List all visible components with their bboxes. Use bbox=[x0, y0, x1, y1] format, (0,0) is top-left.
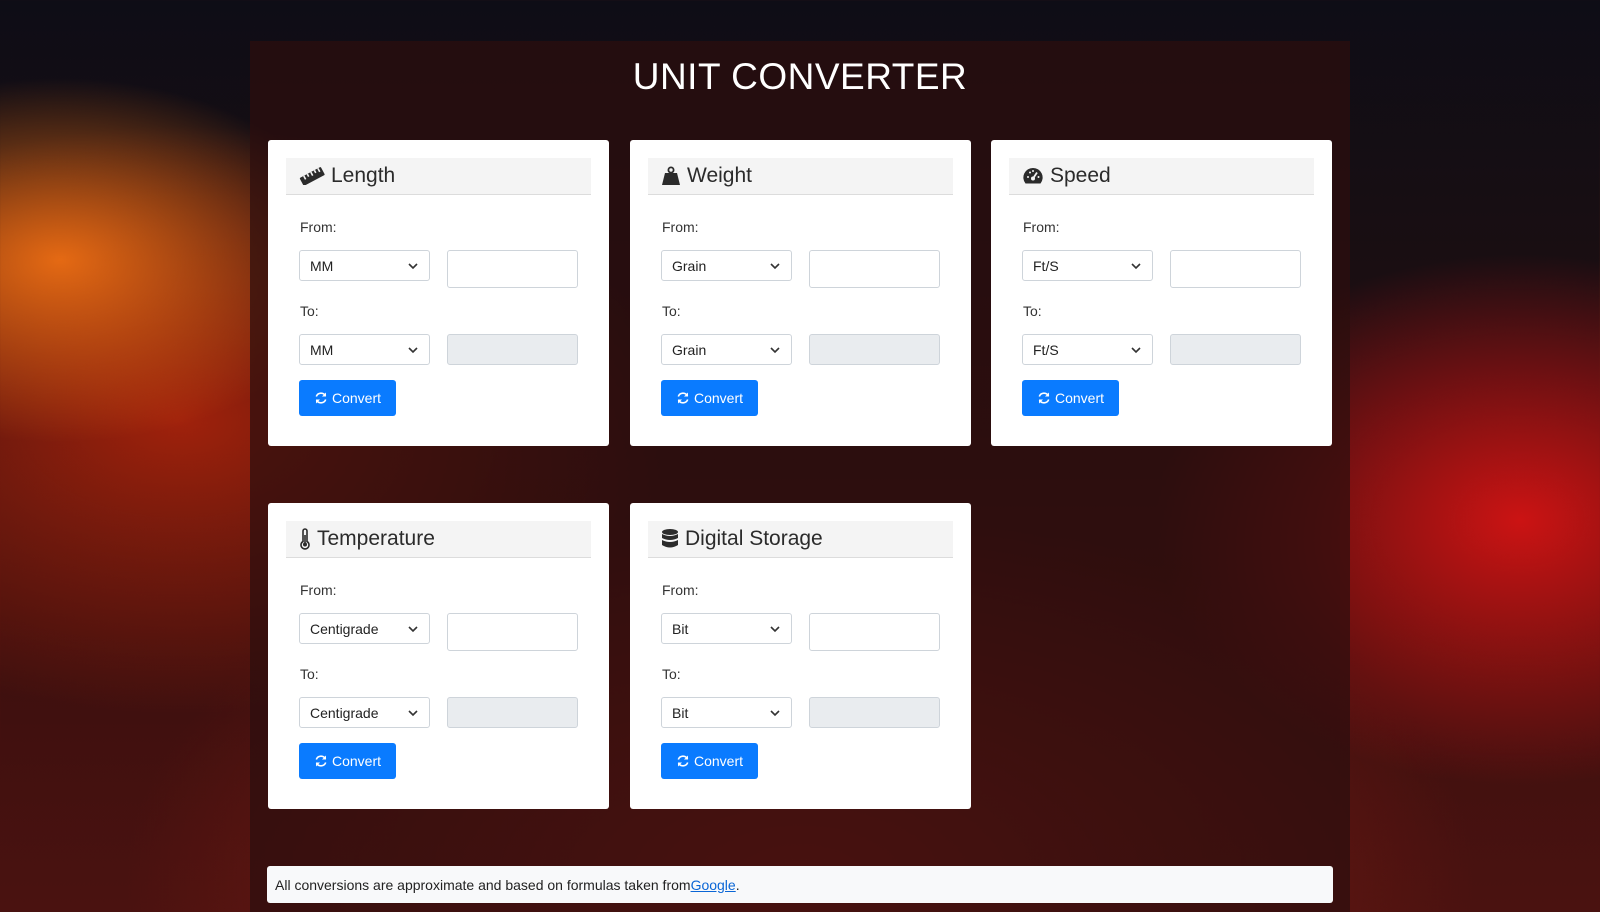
speed-card: Speed From: Ft/S To: Ft/S Convert bbox=[991, 140, 1332, 446]
temperature-to-label: To: bbox=[300, 666, 319, 682]
footer-suffix: . bbox=[735, 876, 740, 893]
length-to-label: To: bbox=[300, 303, 319, 319]
page-title: UNIT CONVERTER bbox=[632, 56, 968, 97]
speed-to-unit-value: Ft/S bbox=[1033, 341, 1059, 358]
refresh-icon bbox=[677, 392, 689, 404]
chevron-down-icon bbox=[770, 626, 780, 633]
weight-card-title: Weight bbox=[687, 164, 752, 187]
storage-to-unit-select[interactable]: Bit bbox=[661, 697, 792, 728]
chevron-down-icon bbox=[770, 263, 780, 270]
weight-from-input[interactable] bbox=[809, 250, 940, 288]
length-from-input[interactable] bbox=[447, 250, 578, 288]
length-convert-button[interactable]: Convert bbox=[299, 380, 396, 416]
weight-from-unit-select[interactable]: Grain bbox=[661, 250, 792, 281]
speed-to-unit-select[interactable]: Ft/S bbox=[1022, 334, 1153, 365]
storage-from-label: From: bbox=[662, 582, 699, 598]
length-from-unit-select[interactable]: MM bbox=[299, 250, 430, 281]
storage-from-unit-value: Bit bbox=[672, 620, 689, 637]
temperature-from-unit-select[interactable]: Centigrade bbox=[299, 613, 430, 644]
speed-card-title: Speed bbox=[1050, 164, 1111, 187]
ruler-icon bbox=[299, 167, 325, 185]
refresh-icon bbox=[677, 755, 689, 767]
google-link[interactable]: Google bbox=[691, 877, 736, 893]
refresh-icon bbox=[1038, 392, 1050, 404]
footer-note: All conversions are approximate and base… bbox=[267, 866, 1333, 903]
length-from-unit-value: MM bbox=[310, 257, 334, 274]
speed-from-unit-value: Ft/S bbox=[1033, 257, 1059, 274]
storage-to-output bbox=[809, 697, 940, 728]
chevron-down-icon bbox=[770, 347, 780, 354]
temperature-from-unit-value: Centigrade bbox=[310, 620, 379, 637]
storage-card: Digital Storage From: Bit To: Bit Conver… bbox=[630, 503, 971, 809]
temperature-convert-button[interactable]: Convert bbox=[299, 743, 396, 779]
length-to-unit-value: MM bbox=[310, 341, 334, 358]
temperature-card: Temperature From: Centigrade To: Centigr… bbox=[268, 503, 609, 809]
storage-to-unit-value: Bit bbox=[672, 704, 689, 721]
refresh-icon bbox=[315, 392, 327, 404]
speed-convert-button[interactable]: Convert bbox=[1022, 380, 1119, 416]
chevron-down-icon bbox=[408, 347, 418, 354]
speedometer-icon bbox=[1023, 167, 1043, 184]
footer-text: All conversions are approximate and base… bbox=[275, 876, 691, 893]
storage-convert-button[interactable]: Convert bbox=[661, 743, 758, 779]
weight-from-label: From: bbox=[662, 219, 699, 235]
length-to-unit-select[interactable]: MM bbox=[299, 334, 430, 365]
storage-card-header: Digital Storage bbox=[648, 521, 953, 558]
chevron-down-icon bbox=[770, 710, 780, 717]
database-icon bbox=[662, 529, 678, 548]
weight-to-unit-value: Grain bbox=[672, 341, 707, 358]
speed-from-unit-select[interactable]: Ft/S bbox=[1022, 250, 1153, 281]
storage-to-label: To: bbox=[662, 666, 681, 682]
temperature-from-label: From: bbox=[300, 582, 337, 598]
weight-to-unit-select[interactable]: Grain bbox=[661, 334, 792, 365]
temperature-card-title: Temperature bbox=[317, 527, 435, 550]
speed-to-output bbox=[1170, 334, 1301, 365]
temperature-to-unit-value: Centigrade bbox=[310, 704, 379, 721]
weight-icon bbox=[662, 166, 680, 185]
length-convert-label: Convert bbox=[331, 390, 382, 406]
speed-card-header: Speed bbox=[1009, 158, 1314, 195]
weight-card: Weight From: Grain To: Grain Convert bbox=[630, 140, 971, 446]
temperature-card-header: Temperature bbox=[286, 521, 591, 558]
speed-from-label: From: bbox=[1023, 219, 1060, 235]
chevron-down-icon bbox=[1131, 347, 1141, 354]
temperature-to-output bbox=[447, 697, 578, 728]
length-to-output bbox=[447, 334, 578, 365]
temperature-from-input[interactable] bbox=[447, 613, 578, 651]
length-card-header: Length bbox=[286, 158, 591, 195]
weight-convert-button[interactable]: Convert bbox=[661, 380, 758, 416]
length-from-label: From: bbox=[300, 219, 337, 235]
speed-convert-label: Convert bbox=[1054, 390, 1105, 406]
temperature-to-unit-select[interactable]: Centigrade bbox=[299, 697, 430, 728]
chevron-down-icon bbox=[408, 710, 418, 717]
temperature-convert-label: Convert bbox=[331, 753, 382, 769]
speed-from-input[interactable] bbox=[1170, 250, 1301, 288]
storage-from-unit-select[interactable]: Bit bbox=[661, 613, 792, 644]
thermometer-icon bbox=[300, 528, 310, 550]
weight-to-label: To: bbox=[662, 303, 681, 319]
chevron-down-icon bbox=[408, 626, 418, 633]
chevron-down-icon bbox=[1131, 263, 1141, 270]
speed-to-label: To: bbox=[1023, 303, 1042, 319]
weight-from-unit-value: Grain bbox=[672, 257, 707, 274]
storage-convert-label: Convert bbox=[693, 753, 744, 769]
weight-to-output bbox=[809, 334, 940, 365]
weight-convert-label: Convert bbox=[693, 390, 744, 406]
refresh-icon bbox=[315, 755, 327, 767]
weight-card-header: Weight bbox=[648, 158, 953, 195]
chevron-down-icon bbox=[408, 263, 418, 270]
storage-card-title: Digital Storage bbox=[685, 527, 823, 550]
storage-from-input[interactable] bbox=[809, 613, 940, 651]
length-card-title: Length bbox=[331, 164, 396, 187]
length-card: Length From: MM To: MM Convert bbox=[268, 140, 609, 446]
